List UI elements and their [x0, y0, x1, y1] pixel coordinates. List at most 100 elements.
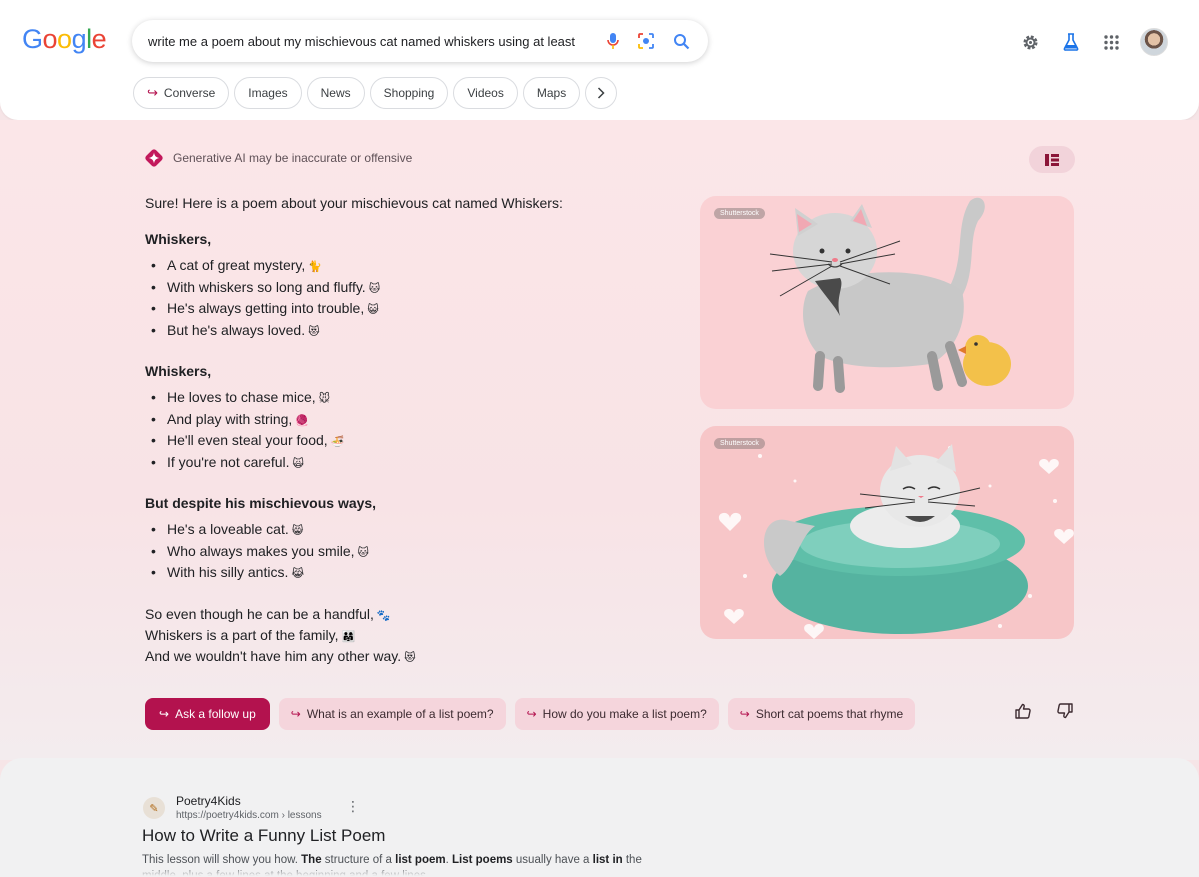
follow-up-suggestions: ↪ Ask a follow up ↪ What is an example of … [145, 698, 916, 730]
result-site-name[interactable]: Poetry4Kids [176, 794, 241, 808]
poem-line: And we wouldn't have him any other way. 😻 [145, 646, 665, 667]
return-arrow-icon: ↪ [739, 707, 750, 721]
logo-letter: g [71, 24, 87, 54]
labs-flask-icon[interactable] [1059, 30, 1083, 54]
chip-label: Images [248, 86, 288, 100]
cat-emoji: 🐈 [308, 261, 322, 273]
chip-label: Maps [536, 86, 567, 100]
ask-follow-up-button[interactable]: ↪ Ask a follow up [145, 698, 270, 730]
cat-emoji: 😸 [291, 525, 304, 537]
ai-disclaimer: Generative AI may be inaccurate or offen… [143, 147, 412, 169]
snippet-text: usually have a [512, 854, 593, 866]
image-cat-in-bed[interactable]: Shutterstock [700, 426, 1074, 639]
line-text: If you're not careful. [167, 453, 290, 470]
cat-emoji: 🐱 [368, 282, 381, 295]
chevron-right-icon [598, 87, 605, 99]
poem-line: But he's always loved.😻 [145, 320, 665, 342]
poem-line: And play with string,🧶 [145, 409, 665, 431]
line-text: With whiskers so long and fluffy. [167, 278, 366, 295]
line-text: Whiskers is a part of the family, [145, 626, 339, 643]
layout-toggle-button[interactable] [1029, 146, 1075, 173]
line-text: He's always getting into trouble, [167, 300, 365, 316]
line-text: So even though he can be a handful, [145, 605, 374, 622]
pencil-favicon-icon: ✎ [143, 797, 165, 819]
apps-grid-icon[interactable] [1099, 30, 1123, 54]
family-emoji: 👨‍👩‍👧 [341, 630, 356, 643]
poem-line: With his silly antics.😹 [145, 562, 665, 584]
poem-line: He's always getting into trouble,😺 [145, 298, 665, 320]
stanza-title: But despite his mischievous ways, [145, 495, 377, 511]
cat-emoji: 😺 [367, 304, 379, 316]
poem-line: So even though he can be a handful, 🐾 [145, 604, 665, 625]
search-input[interactable] [148, 31, 588, 51]
cat-emoji: 😹 [291, 568, 305, 580]
chip-label: News [320, 86, 351, 100]
paw-emoji: 🐾 [376, 609, 391, 622]
suggestion-chip[interactable]: ↪ How do you make a list poem? [514, 698, 719, 730]
result-url[interactable]: https://poetry4kids.com › lessons [176, 810, 322, 821]
result-title-link[interactable]: How to Write a Funny List Poem [142, 826, 385, 846]
more-options-icon[interactable]: ⋮ [346, 798, 360, 815]
return-arrow-icon: ↪ [159, 707, 170, 721]
noodles-emoji: 🍜 [330, 436, 345, 448]
google-logo[interactable]: Google [22, 24, 107, 55]
stanza-title: Whiskers, [145, 363, 212, 379]
answer-intro: Sure! Here is a poem about your mischiev… [145, 195, 563, 211]
return-arrow-icon: ↪ [526, 707, 537, 721]
cat-emoji: 😻 [308, 325, 320, 338]
yarn-emoji: 🧶 [295, 414, 309, 427]
chip-news[interactable]: News [306, 77, 365, 109]
return-arrow-icon: ↪ [290, 707, 301, 721]
chip-videos[interactable]: Videos [453, 77, 518, 109]
chip-label: Videos [467, 86, 504, 100]
chip-converse[interactable]: ↪ Converse [133, 77, 230, 109]
chip-more-button[interactable] [585, 77, 618, 109]
search-icon[interactable] [670, 30, 692, 52]
stanza-list: He's a loveable cat.😸 Who always makes y… [145, 519, 665, 584]
poem-line: Whiskers is a part of the family, 👨‍👩‍👧 [145, 625, 665, 646]
chip-label: Short cat poems that rhyme [755, 707, 904, 721]
line-text: A cat of great mystery, [167, 257, 306, 273]
line-text: Who always makes you smile, [167, 542, 355, 559]
line-text: But he's always loved. [167, 321, 306, 338]
stanza-list: He loves to chase mice,🐭 And play with s… [145, 387, 665, 473]
search-mode-chips: ↪ Converse Images News Shopping Videos Ma… [133, 77, 618, 109]
layout-icon [1045, 153, 1059, 166]
chip-label: What is an example of a list poem? [306, 707, 494, 721]
logo-letter: o [57, 24, 72, 54]
disclaimer-text: Generative AI may be inaccurate or offen… [173, 151, 413, 165]
thumbs-down-icon[interactable] [1054, 700, 1076, 722]
poem-line: Who always makes you smile,🐱 [145, 541, 665, 563]
line-text: And play with string, [167, 410, 293, 427]
return-arrow-icon: ↪ [147, 85, 158, 100]
cat-emoji: 😻 [404, 651, 416, 664]
gear-icon[interactable] [1018, 30, 1042, 54]
account-avatar[interactable] [1140, 28, 1168, 56]
image-cat-with-duck[interactable]: Shutterstock [700, 196, 1074, 409]
chip-shopping[interactable]: Shopping [369, 77, 449, 109]
line-text: With his silly antics. [167, 564, 289, 580]
cat-emoji: 🙀 [292, 457, 304, 470]
chip-label: Ask a follow up [175, 707, 256, 721]
suggestion-chip[interactable]: ↪ Short cat poems that rhyme [727, 698, 916, 730]
sge-sparkle-icon [145, 149, 163, 167]
line-text: And we wouldn't have him any other way. [145, 647, 402, 664]
chip-maps[interactable]: Maps [522, 77, 581, 109]
poem-line: If you're not careful.🙀 [145, 452, 665, 474]
snippet-text: list in [592, 854, 623, 866]
poem-line: He loves to chase mice,🐭 [145, 387, 665, 409]
poem-line: A cat of great mystery,🐈 [145, 255, 665, 277]
lens-icon[interactable] [635, 30, 657, 52]
cat-emoji: 🐱 [357, 546, 369, 559]
logo-letter: e [91, 24, 107, 54]
snippet-text: The [301, 854, 322, 866]
logo-letter: o [42, 24, 58, 54]
poem-line: He'll even steal your food,🍜 [145, 430, 665, 452]
chip-images[interactable]: Images [234, 77, 302, 109]
thumbs-up-icon[interactable] [1012, 700, 1034, 722]
mic-icon[interactable] [602, 30, 624, 52]
snippet-text: List poems [452, 854, 513, 866]
search-box[interactable] [132, 20, 708, 62]
suggestion-chip[interactable]: ↪ What is an example of a list poem? [278, 698, 506, 730]
ai-poem-answer: Sure! Here is a poem about your mischiev… [145, 193, 665, 667]
